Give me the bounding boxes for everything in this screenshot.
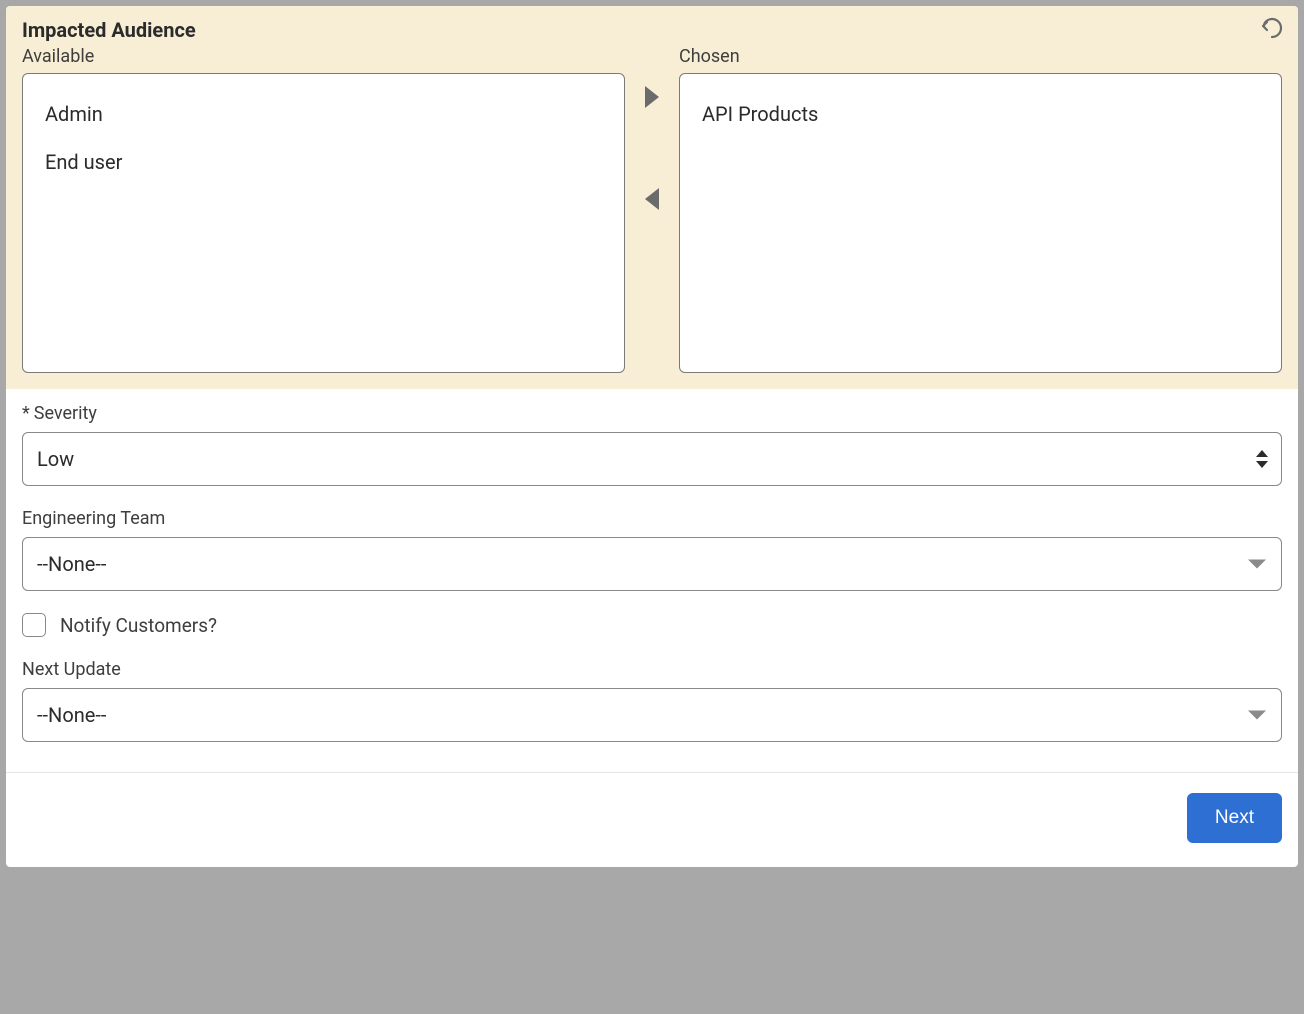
undo-icon[interactable] [1260, 16, 1284, 45]
severity-select[interactable]: Low [22, 432, 1282, 486]
transfer-buttons [625, 86, 679, 373]
arrow-left-icon [645, 188, 659, 210]
available-column: Available Admin End user [22, 46, 625, 373]
severity-field: *Severity Low [22, 403, 1282, 486]
notify-customers-label: Notify Customers? [60, 614, 217, 637]
footer: Next [6, 772, 1298, 867]
list-item[interactable]: End user [23, 138, 624, 186]
audience-title: Impacted Audience [22, 18, 1282, 42]
dual-list-picker: Available Admin End user Chosen [22, 46, 1282, 373]
main-content: Impacted Audience Available Admin End us… [6, 6, 1298, 867]
next-update-select[interactable]: --None-- [22, 688, 1282, 742]
engineering-team-select[interactable]: --None-- [22, 537, 1282, 591]
form-container: Impacted Audience Available Admin End us… [6, 6, 1298, 867]
notify-customers-checkbox[interactable] [22, 613, 46, 637]
engineering-team-value: --None-- [37, 552, 106, 576]
available-listbox[interactable]: Admin End user [22, 73, 625, 373]
form-fields: *Severity Low Engineering Team --Non [6, 389, 1298, 772]
next-update-field: Next Update --None-- [22, 659, 1282, 742]
engineering-team-select-wrapper: --None-- [22, 537, 1282, 591]
list-item[interactable]: API Products [680, 90, 1281, 138]
severity-value: Low [37, 447, 74, 471]
severity-label: *Severity [22, 403, 1282, 424]
engineering-team-field: Engineering Team --None-- [22, 508, 1282, 591]
next-button[interactable]: Next [1187, 793, 1282, 843]
next-update-value: --None-- [37, 703, 106, 727]
engineering-team-label: Engineering Team [22, 508, 1282, 529]
move-right-button[interactable] [645, 86, 659, 108]
available-label: Available [22, 46, 625, 67]
severity-select-wrapper: Low [22, 432, 1282, 486]
impacted-audience-section: Impacted Audience Available Admin End us… [6, 6, 1298, 389]
arrow-right-icon [645, 86, 659, 108]
chosen-column: Chosen API Products [679, 46, 1282, 373]
move-left-button[interactable] [645, 188, 659, 210]
severity-label-text: Severity [34, 403, 97, 424]
next-update-select-wrapper: --None-- [22, 688, 1282, 742]
chosen-listbox[interactable]: API Products [679, 73, 1282, 373]
list-item[interactable]: Admin [23, 90, 624, 138]
required-marker: * [22, 403, 30, 424]
notify-customers-field: Notify Customers? [22, 613, 1282, 637]
chosen-label: Chosen [679, 46, 1282, 67]
next-update-label: Next Update [22, 659, 1282, 680]
